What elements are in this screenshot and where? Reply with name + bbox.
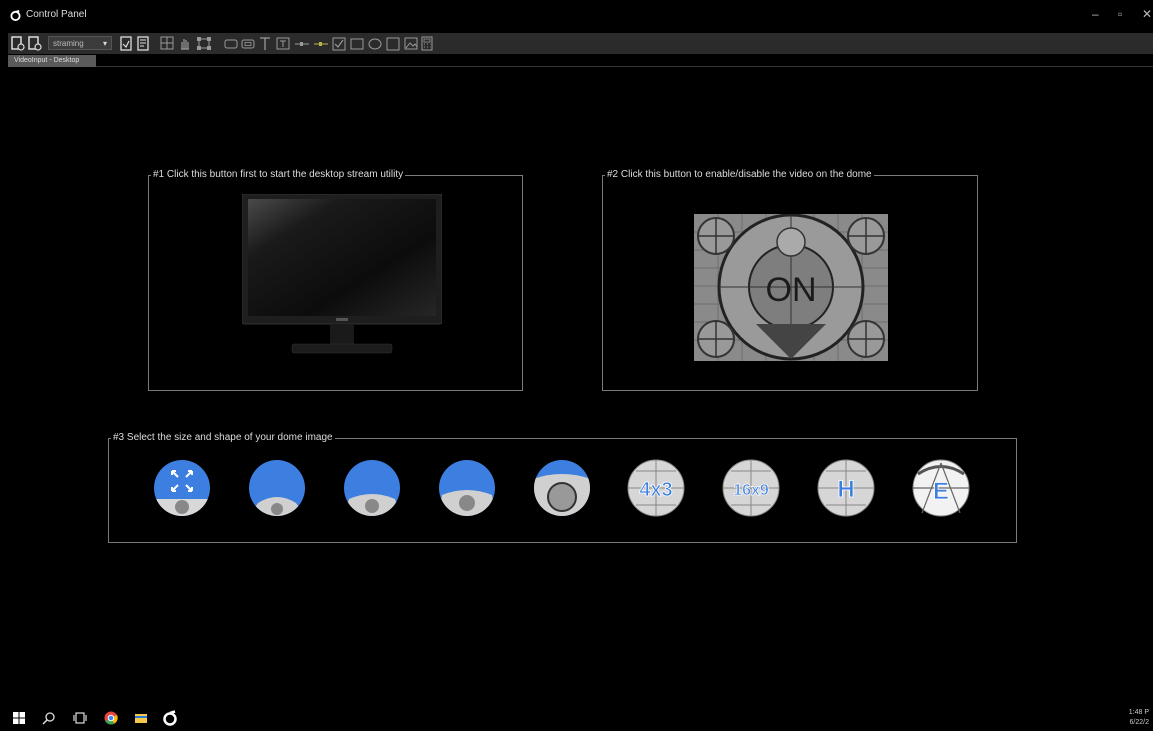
textbox-icon[interactable]	[276, 36, 290, 51]
square-icon[interactable]	[386, 36, 400, 51]
mode-select-value: straming	[53, 39, 84, 48]
taskbar: 1:48 P 6/22/2	[0, 705, 1153, 731]
mode-h-label: H	[837, 476, 854, 503]
aspect-4x3-button[interactable]: 4x3	[627, 459, 685, 517]
search-icon[interactable]	[42, 711, 56, 725]
stream-utility-label: #1 Click this button first to start the …	[151, 169, 406, 180]
dome-fit-1-button[interactable]	[248, 459, 306, 517]
edit-page-icon[interactable]	[120, 36, 132, 51]
toolbar: straming ▾	[8, 33, 1153, 54]
window-title: Control Panel	[26, 9, 87, 20]
chevron-down-icon: ▾	[102, 39, 107, 48]
aspect-16x9-button[interactable]: 16x9	[722, 459, 780, 517]
mode-h-button[interactable]: H	[817, 459, 875, 517]
tab-divider	[96, 66, 1153, 67]
mode-e-button[interactable]: E	[912, 459, 970, 517]
mode-select[interactable]: straming ▾	[48, 36, 112, 50]
load-layout-icon[interactable]	[11, 36, 25, 51]
grid-icon[interactable]	[160, 36, 174, 51]
file-explorer-icon[interactable]	[134, 711, 148, 725]
dome-video-label: #2 Click this button to enable/disable t…	[605, 169, 874, 180]
clock-date: 6/22/2	[1129, 719, 1149, 726]
slider-h-icon[interactable]	[294, 36, 310, 51]
save-layout-icon[interactable]	[28, 36, 42, 51]
chrome-icon[interactable]	[104, 711, 118, 725]
dome-fit-4-button[interactable]	[533, 459, 591, 517]
page-settings-icon[interactable]	[137, 36, 149, 51]
button-icon[interactable]	[224, 36, 238, 51]
app-logo-icon	[10, 10, 21, 21]
dome-shape-group: #3 Select the size and shape of your dom…	[108, 432, 1017, 543]
dome-fit-2-button[interactable]	[343, 459, 401, 517]
dome-video-toggle-button[interactable]: ON	[694, 214, 888, 361]
label-box-icon[interactable]	[241, 36, 255, 51]
windows-start-icon[interactable]	[12, 711, 26, 725]
dome-shape-label: #3 Select the size and shape of your dom…	[111, 432, 335, 443]
rectangle-icon[interactable]	[350, 36, 364, 51]
mode-e-label: E	[933, 478, 949, 505]
image-icon[interactable]	[404, 36, 418, 51]
tab-videoinput-desktop[interactable]: VideoInput - Desktop	[8, 55, 96, 67]
desktop-stream-button[interactable]	[242, 194, 442, 358]
calculator-icon[interactable]	[421, 36, 433, 51]
aspect-4x3-label: 4x3	[639, 479, 672, 501]
aspect-16x9-label: 16x9	[733, 482, 769, 499]
checkbox-icon[interactable]	[332, 36, 346, 51]
dome-video-group: #2 Click this button to enable/disable t…	[602, 169, 978, 391]
minimize-button[interactable]: –	[1092, 7, 1099, 21]
control-panel-app-icon[interactable]	[162, 710, 178, 726]
select-handles-icon[interactable]	[196, 36, 212, 51]
restore-button[interactable]: ▫	[1118, 7, 1122, 21]
dome-fit-3-button[interactable]	[438, 459, 496, 517]
hand-pan-icon[interactable]	[178, 36, 192, 51]
ellipse-icon[interactable]	[368, 36, 382, 51]
fullscreen-shape-button[interactable]	[153, 459, 211, 517]
system-clock[interactable]: 1:48 P 6/22/2	[1129, 708, 1149, 728]
text-icon[interactable]	[259, 36, 271, 51]
close-button[interactable]: ✕	[1142, 7, 1152, 21]
title-bar: Control Panel – ▫ ✕	[0, 0, 1153, 33]
slider-v-icon[interactable]	[313, 36, 329, 51]
clock-time: 1:48 P	[1128, 709, 1149, 716]
on-state-label: ON	[766, 271, 817, 309]
stream-utility-group: #1 Click this button first to start the …	[148, 169, 523, 391]
task-view-icon[interactable]	[73, 711, 87, 725]
